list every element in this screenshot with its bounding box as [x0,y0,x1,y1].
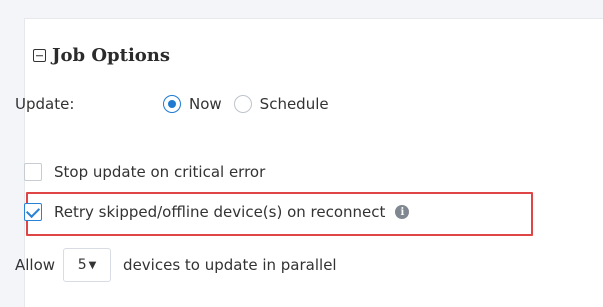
parallel-count-value: 5 [77,257,87,273]
radio-selected-icon[interactable] [163,95,181,113]
update-label: Update: [15,95,75,113]
radio-label-now: Now [189,95,222,113]
chevron-down-icon: ▼ [88,259,97,271]
parallel-suffix-label: devices to update in parallel [123,256,337,274]
update-now-radio[interactable]: Now [163,95,222,113]
radio-label-schedule: Schedule [259,95,329,113]
retry-row: Retry skipped/offline device(s) on recon… [24,203,410,221]
radio-unselected-icon[interactable] [233,95,252,113]
parallel-count-select[interactable]: 5 ▼ [63,248,112,282]
update-row: Update: Now Schedule [15,95,341,113]
allow-label: Allow [15,256,56,274]
parallel-row: Allow 5 ▼ devices to update in parallel [15,248,337,282]
stop-update-row: Stop update on critical error [24,163,265,181]
retry-label: Retry skipped/offline device(s) on recon… [54,203,386,221]
info-icon[interactable]: i [395,205,410,219]
section-title: Job Options [52,45,171,66]
retry-checkbox[interactable] [24,203,42,221]
section-header[interactable]: Job Options [33,45,170,66]
collapse-icon[interactable] [33,49,46,62]
stop-update-checkbox[interactable] [24,163,42,181]
stop-update-label: Stop update on critical error [54,163,266,181]
update-schedule-radio[interactable]: Schedule [233,95,329,113]
